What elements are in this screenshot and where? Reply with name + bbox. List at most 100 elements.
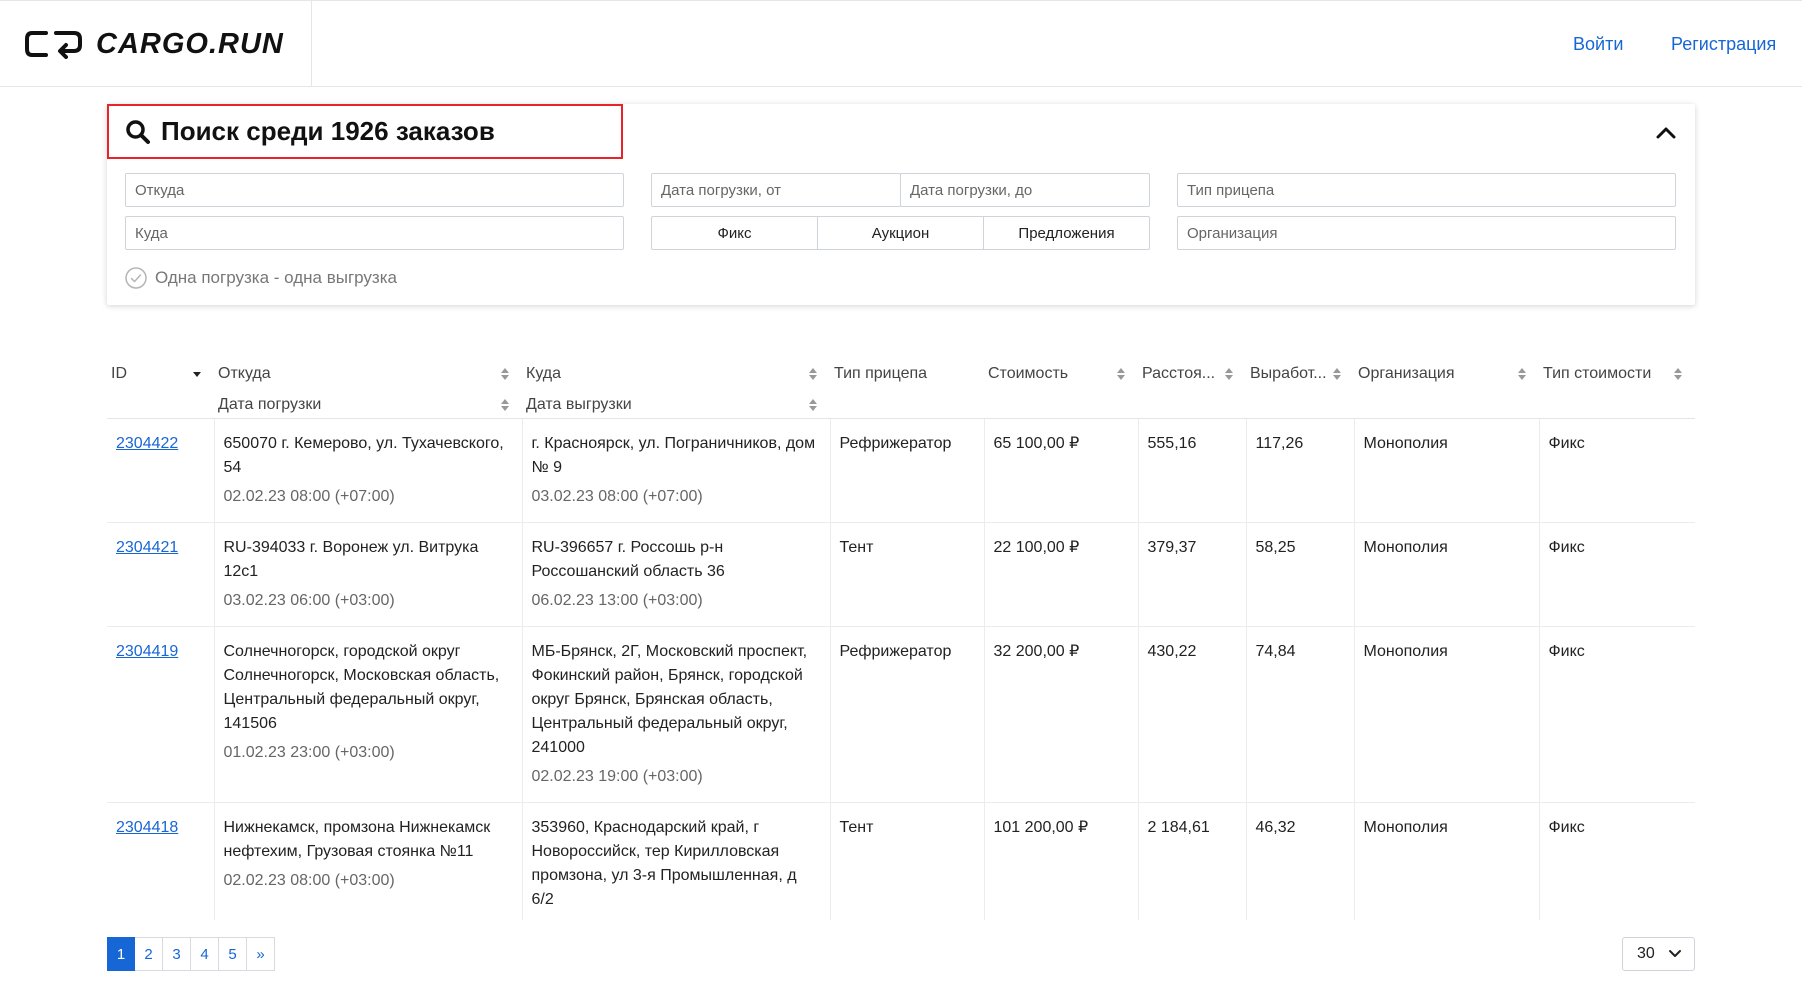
sort-icon (809, 367, 817, 380)
cell-trailer: Тент (830, 802, 985, 920)
per-page-select[interactable]: 30 (1622, 937, 1695, 971)
pagination: 1 2 3 4 5 » (107, 937, 275, 971)
cell-cost: 101 200,00 ₽ (984, 802, 1139, 920)
cell-cost-type: Фикс (1539, 418, 1695, 523)
header-trailer: Тип прицепа (830, 340, 984, 419)
cell-distance: 379,37 (1138, 522, 1247, 627)
search-title-box: Поиск среди 1926 заказов (107, 104, 623, 159)
cell-rate: 74,84 (1246, 626, 1355, 803)
sort-icon (1225, 367, 1233, 380)
search-icon (126, 119, 150, 144)
next-page-button[interactable]: » (247, 937, 275, 971)
header-organization[interactable]: Организация (1354, 340, 1539, 419)
header-distance[interactable]: Расстоя... (1138, 340, 1246, 419)
per-page-value: 30 (1637, 945, 1655, 962)
cost-type-toggle: Фикс Аукцион Предложения (651, 216, 1150, 250)
sort-icon (809, 398, 817, 411)
table-row: 2304418 Нижнекамск, промзона Нижнекамск … (107, 802, 1695, 920)
load-date: 02.02.23 08:00 (+03:00) (223, 872, 395, 889)
cell-to: 353960, Краснодарский край, г Новороссий… (522, 802, 831, 920)
cell-cost: 22 100,00 ₽ (984, 522, 1139, 627)
chevron-up-icon[interactable] (1653, 120, 1679, 146)
page-1-button[interactable]: 1 (107, 937, 135, 971)
cell-from: RU-394033 г. Воронеж ул. Витрука 12с1 03.… (214, 522, 523, 627)
from-input[interactable] (125, 173, 624, 207)
load-date: 01.02.23 23:00 (+03:00) (223, 744, 395, 761)
order-id-link[interactable]: 2304421 (116, 539, 178, 556)
cell-to: МБ-Брянск, 2Г, Московский проспект, Фоки… (522, 626, 831, 803)
page-3-button[interactable]: 3 (163, 937, 191, 971)
cell-trailer: Рефрижератор (830, 418, 985, 523)
cell-organization: Монополия (1354, 522, 1540, 627)
trailer-type-input[interactable] (1177, 173, 1676, 207)
cell-organization: Монополия (1354, 802, 1540, 920)
date-to-input[interactable] (900, 173, 1150, 207)
single-load-checkbox[interactable]: Одна погрузка - одна выгрузка (125, 267, 397, 289)
unload-date: 03.02.23 08:00 (+07:00) (531, 488, 703, 505)
search-panel: Поиск среди 1926 заказов Фикс Аукцион Пр… (107, 104, 1695, 305)
cell-distance: 2 184,61 (1138, 802, 1247, 920)
header-unload-date[interactable]: Дата выгрузки (526, 389, 826, 420)
segment-offers[interactable]: Предложения (984, 217, 1149, 249)
sort-icon (1674, 367, 1682, 380)
sort-icon (501, 367, 509, 380)
register-link[interactable]: Регистрация (1671, 34, 1776, 55)
cell-cost-type: Фикс (1539, 522, 1695, 627)
top-header: CARGO.RUN Войти Регистрация (0, 0, 1802, 87)
header-rate[interactable]: Выработ... (1246, 340, 1354, 419)
order-id-link[interactable]: 2304422 (116, 435, 178, 452)
cell-distance: 430,22 (1138, 626, 1247, 803)
login-link[interactable]: Войти (1573, 34, 1623, 55)
load-date: 02.02.23 08:00 (+07:00) (223, 488, 395, 505)
cell-from: Солнечногорск, городской округ Солнечног… (214, 626, 523, 803)
cell-cost-type: Фикс (1539, 626, 1695, 803)
check-circle-icon (125, 267, 147, 289)
date-from-input[interactable] (651, 173, 901, 207)
table-row: 2304422 650070 г. Кемерово, ул. Тухачевс… (107, 418, 1695, 523)
logo-text: CARGO.RUN (96, 27, 284, 60)
cell-to: RU-396657 г. Россошь р-н Россошанский об… (522, 522, 831, 627)
segment-auction[interactable]: Аукцион (818, 217, 984, 249)
cell-id: 2304422 (107, 418, 215, 523)
sort-icon (501, 398, 509, 411)
cell-distance: 555,16 (1138, 418, 1247, 523)
header-from[interactable]: Откуда Дата погрузки (214, 340, 522, 419)
header-load-date[interactable]: Дата погрузки (218, 389, 518, 420)
table-row: 2304421 RU-394033 г. Воронеж ул. Витрука… (107, 522, 1695, 627)
header-cost[interactable]: Стоимость (984, 340, 1138, 419)
sort-desc-icon (193, 371, 201, 377)
page-4-button[interactable]: 4 (191, 937, 219, 971)
chevron-down-icon (1669, 950, 1681, 957)
cell-id: 2304419 (107, 626, 215, 803)
cell-cost: 32 200,00 ₽ (984, 626, 1139, 803)
order-id-link[interactable]: 2304419 (116, 643, 178, 660)
header-id[interactable]: ID (107, 340, 214, 419)
cell-rate: 117,26 (1246, 418, 1355, 523)
sort-icon (1117, 367, 1125, 380)
logo[interactable]: CARGO.RUN (0, 1, 312, 87)
cell-from: Нижнекамск, промзона Нижнекамск нефтехим… (214, 802, 523, 920)
segment-fix[interactable]: Фикс (652, 217, 818, 249)
cell-from: 650070 г. Кемерово, ул. Тухачевского, 54… (214, 418, 523, 523)
logo-icon (25, 31, 82, 59)
cell-rate: 58,25 (1246, 522, 1355, 627)
cell-rate: 46,32 (1246, 802, 1355, 920)
page-5-button[interactable]: 5 (219, 937, 247, 971)
single-load-label: Одна погрузка - одна выгрузка (155, 268, 397, 287)
organization-input[interactable] (1177, 216, 1676, 250)
unload-date: 06.02.23 13:00 (+03:00) (531, 592, 703, 609)
cell-organization: Монополия (1354, 626, 1540, 803)
orders-table: ID Откуда Дата погрузки Куда Дата выгруз… (107, 340, 1695, 920)
page-2-button[interactable]: 2 (135, 937, 163, 971)
search-title: Поиск среди 1926 заказов (161, 116, 495, 146)
cell-trailer: Тент (830, 522, 985, 627)
header-cost-type[interactable]: Тип стоимости (1539, 340, 1695, 419)
cell-organization: Монополия (1354, 418, 1540, 523)
header-to[interactable]: Куда Дата выгрузки (522, 340, 830, 419)
orders-table-wrap: ID Откуда Дата погрузки Куда Дата выгруз… (107, 340, 1695, 920)
to-input[interactable] (125, 216, 624, 250)
cell-id: 2304421 (107, 522, 215, 627)
table-row: 2304419 Солнечногорск, городской округ С… (107, 626, 1695, 803)
order-id-link[interactable]: 2304418 (116, 819, 178, 836)
unload-date: 02.02.23 19:00 (+03:00) (531, 768, 703, 785)
